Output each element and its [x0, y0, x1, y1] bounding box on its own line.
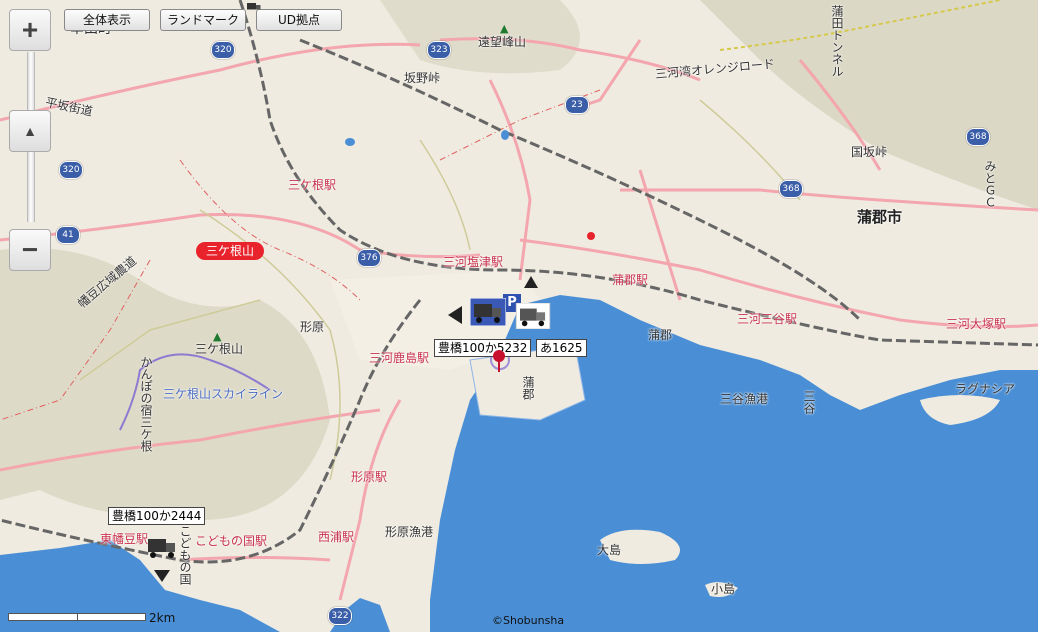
scale-bar	[8, 613, 146, 621]
place-label: 国坂峠	[851, 145, 888, 159]
place-label: 蒲田トンネル	[830, 5, 844, 77]
route-shield: 368	[966, 128, 990, 146]
place-label: 蒲郡	[648, 328, 673, 342]
station-label: 西浦駅	[318, 530, 355, 544]
route-shield: 41	[56, 226, 80, 244]
overview-button[interactable]: 全体表示	[64, 9, 150, 31]
station-label: 三河鹿島駅	[369, 351, 430, 365]
vehicle-label: あ1625	[536, 339, 587, 357]
place-label: 形原	[300, 320, 325, 334]
place-label: 大島	[597, 543, 622, 557]
place-label: 三谷	[802, 390, 816, 414]
station-label: 三河塩津駅	[443, 255, 504, 269]
pan-updown-button[interactable]: ▲	[9, 110, 51, 152]
place-label: 形原漁港	[385, 525, 434, 539]
station-label: 三河大塚駅	[946, 317, 1007, 331]
station-label: 三ケ根駅	[288, 178, 337, 192]
station-label: 形原駅	[351, 470, 388, 484]
scale-label: 2km	[149, 611, 176, 625]
direction-arrow-icon	[524, 276, 538, 288]
place-label: 遠望峰山	[478, 35, 527, 49]
up-down-icon: ▲	[23, 123, 37, 139]
place-label: 蒲郡	[521, 376, 535, 400]
truck-icon[interactable]	[242, 0, 266, 14]
place-label: 坂野峠	[404, 71, 441, 85]
route-shield: 320	[211, 41, 235, 59]
location-pin-icon[interactable]	[491, 348, 507, 374]
city-label: 蒲郡市	[857, 208, 903, 226]
place-label: ラグナシア	[955, 382, 1016, 396]
place-label: こどもの国	[178, 525, 192, 585]
route-shield: 376	[357, 249, 381, 267]
direction-arrow-icon	[154, 570, 170, 582]
landmark-button[interactable]: ランドマーク	[160, 9, 246, 31]
mountain-icon: ▲	[213, 330, 222, 343]
truck-icon[interactable]	[515, 303, 551, 329]
place-label: 小島	[711, 582, 736, 596]
route-shield: 323	[427, 41, 451, 59]
station-label: 三河三谷駅	[737, 312, 798, 326]
station-label: こどもの国駅	[195, 534, 268, 548]
copyright: ©Shobunsha	[492, 614, 565, 627]
place-label: みとＧＣ	[983, 160, 997, 208]
route-shield: 368	[779, 180, 803, 198]
place-label: 三谷漁港	[720, 392, 769, 406]
mountain-icon: ▲	[500, 22, 509, 35]
zoom-in-button[interactable]: +	[9, 9, 51, 51]
route-shield: 23	[565, 96, 589, 114]
truck-icon[interactable]	[144, 533, 180, 561]
station-label: 蒲郡駅	[612, 273, 649, 287]
place-label: かんぽの宿三ケ根	[139, 356, 153, 452]
truck-icon[interactable]	[470, 298, 506, 326]
ud-base-button[interactable]: UD拠点	[256, 9, 342, 31]
place-label: 三ケ根山	[195, 342, 244, 356]
station-label: 東幡豆駅	[100, 532, 149, 546]
route-shield: 322	[328, 607, 352, 625]
route-shield: 320	[59, 161, 83, 179]
vehicle-label: 豊橋100か2444	[108, 507, 206, 525]
place-label: 三ケ根山スカイライン	[163, 387, 284, 401]
zoom-out-button[interactable]: −	[9, 229, 51, 271]
direction-arrow-icon	[448, 306, 462, 324]
landmark-badge[interactable]: 三ケ根山	[196, 242, 264, 260]
vehicle-label: 豊橋100か5232	[434, 339, 532, 357]
